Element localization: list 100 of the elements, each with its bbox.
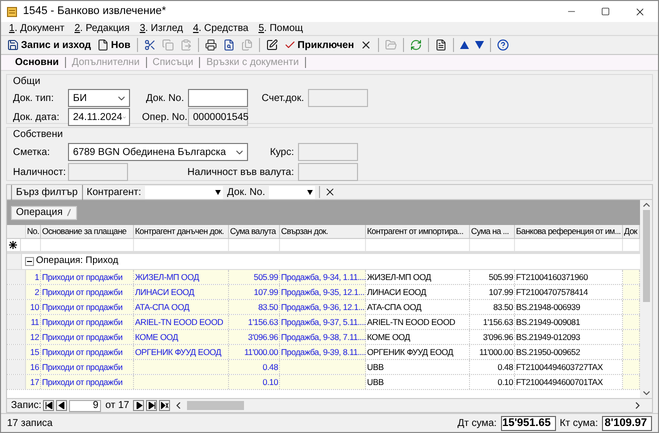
folder-icon: [385, 39, 398, 51]
menu-item[interactable]: 3. Изглед: [140, 21, 184, 36]
table-cell: Продажба, 9-34, 1.11....: [280, 270, 366, 284]
blank-page-icon: [97, 39, 110, 51]
clear-filter-icon[interactable]: [324, 186, 336, 198]
cut-icon: [144, 39, 156, 51]
table-cell: 10: [26, 300, 41, 314]
first-record-button[interactable]: [43, 400, 54, 411]
group-by-column[interactable]: Операция: [11, 206, 77, 220]
table-cell: Продажба, 9-39, 8.11....: [280, 345, 366, 359]
table-cell: FT21004707578414: [515, 285, 623, 299]
toolbar-button[interactable]: Запис и изход: [5, 37, 94, 53]
toolbar-button[interactable]: Нов: [95, 37, 133, 53]
table-cell: Приходи от продажби: [41, 300, 134, 314]
menu-item[interactable]: 4. Средства: [193, 21, 248, 36]
table-cell: ARIEL-TN EOOD EOOD: [134, 315, 229, 329]
table-cell: UBB: [366, 375, 470, 389]
toolbar-button[interactable]: Приключен: [282, 37, 356, 53]
table-cell: Приходи от продажби: [41, 345, 134, 359]
field-label: Курс:: [268, 146, 295, 160]
table-cell: BS.21948-006939: [515, 300, 623, 314]
table-cell: Приходи от продажби: [41, 330, 134, 344]
table-cell: 11'000.00: [229, 345, 280, 359]
column-header[interactable]: Контрагент данъчен док.: [134, 225, 229, 238]
column-header[interactable]: Сума валута: [229, 225, 280, 238]
debit-total-field: 15'951.65: [500, 416, 556, 430]
table-cell: КОМЕ ООД: [134, 330, 229, 344]
table-cell: 1: [26, 270, 41, 284]
field-label: Счет.док.: [260, 92, 305, 106]
table-cell: BS.21950-009652: [515, 345, 623, 359]
column-header[interactable]: Свързан док.: [280, 225, 366, 238]
field-label: Док. дата:: [13, 110, 60, 124]
new-row-selector[interactable]: [7, 239, 21, 251]
scroll-up-icon: [642, 203, 650, 207]
menu-item[interactable]: 2. Редакция: [74, 21, 130, 36]
last-record-icon: [148, 402, 156, 409]
counterparty-filter-field[interactable]: [145, 186, 224, 198]
dropdown-field[interactable]: БИ: [68, 89, 130, 107]
window-title: 1545 - Банково извлечение*: [23, 4, 166, 20]
column-header[interactable]: No.: [26, 225, 41, 238]
table-cell: Приходи от продажби: [41, 360, 134, 374]
column-header[interactable]: Основание за плащане: [41, 225, 134, 238]
table-cell: Продажба, 9-36, 12.1...: [280, 300, 366, 314]
record-count: 17 записа: [7, 416, 53, 430]
dropdown-field[interactable]: 24.11.2024: [68, 108, 130, 126]
debit-label: Дт сума:: [457, 416, 497, 430]
new-record-icon: [160, 402, 169, 409]
collapse-toggle[interactable]: [25, 257, 34, 266]
next-record-button[interactable]: [133, 400, 144, 411]
refresh-icon: [410, 39, 422, 51]
input-field[interactable]: [188, 89, 248, 107]
page-magnifier-icon: [222, 39, 235, 51]
table-cell: FT21004494600701TAX: [515, 375, 623, 389]
toolbar-button[interactable]: [495, 37, 512, 53]
last-record-button[interactable]: [146, 400, 158, 411]
table-cell: Приходи от продажби: [41, 315, 134, 329]
record-number-field[interactable]: 9: [69, 400, 102, 412]
doc-no-filter-field[interactable]: [269, 186, 316, 198]
record-total: от 17: [105, 399, 130, 413]
dropdown-caret-icon: [215, 190, 222, 194]
dropdown-caret-icon: [307, 190, 314, 194]
table-cell: 505.99: [229, 270, 280, 284]
printer-icon: [204, 39, 217, 51]
help-icon: [497, 39, 510, 51]
group-row-label: Операция: Приход: [36, 254, 118, 268]
table-cell: ЛИНАСИ ЕООД: [134, 285, 229, 299]
close-icon: [360, 39, 372, 51]
field-label: Док. No.: [145, 92, 185, 106]
table-cell: 1'156.63: [229, 315, 280, 329]
table-cell: 0.48: [229, 360, 280, 374]
column-header[interactable]: Контрагент от импортира...: [366, 225, 470, 238]
table-cell: 0.10: [229, 375, 280, 389]
table-cell: Продажба, 9-38, 7.11....: [280, 330, 366, 344]
tab[interactable]: Основни: [9, 57, 66, 68]
menu-item[interactable]: 1. Документ: [9, 21, 64, 36]
menu-item[interactable]: 5. Помощ: [258, 21, 303, 36]
table-cell: ЖИЗЕЛ-МП ООД: [366, 270, 470, 284]
credit-label: Кт сума:: [560, 416, 598, 430]
column-header[interactable]: Сума на ...: [470, 225, 515, 238]
scroll-thumb[interactable]: [187, 401, 244, 410]
vertical-scrollbar[interactable]: [640, 200, 652, 398]
first-record-icon: [44, 402, 53, 409]
maximize-icon[interactable]: [601, 7, 610, 16]
table-cell: 2: [26, 285, 41, 299]
table-cell: ОРГЕНИК ФУУД ЕООД: [134, 345, 229, 359]
scroll-down-icon: [642, 391, 650, 395]
table-cell: ОРГЕНИК ФУУД ЕООД: [366, 345, 470, 359]
new-record-button[interactable]: [159, 400, 170, 411]
scroll-thumb[interactable]: [642, 210, 650, 302]
scroll-left-icon[interactable]: [176, 402, 182, 409]
table-cell: 3'096.96: [229, 330, 280, 344]
record-label: Запис:: [11, 399, 42, 413]
toolbar-button[interactable]: [202, 37, 219, 53]
sort-icon: [66, 209, 71, 216]
table-cell: 107.99: [229, 285, 280, 299]
group-title: Общи: [13, 75, 42, 88]
dropdown-field[interactable]: 6789 BGN Обединена Българска: [68, 143, 248, 161]
previous-record-button[interactable]: [56, 400, 68, 411]
scroll-right-icon: [635, 402, 640, 409]
column-header[interactable]: Банкова референция от им...: [515, 225, 623, 238]
